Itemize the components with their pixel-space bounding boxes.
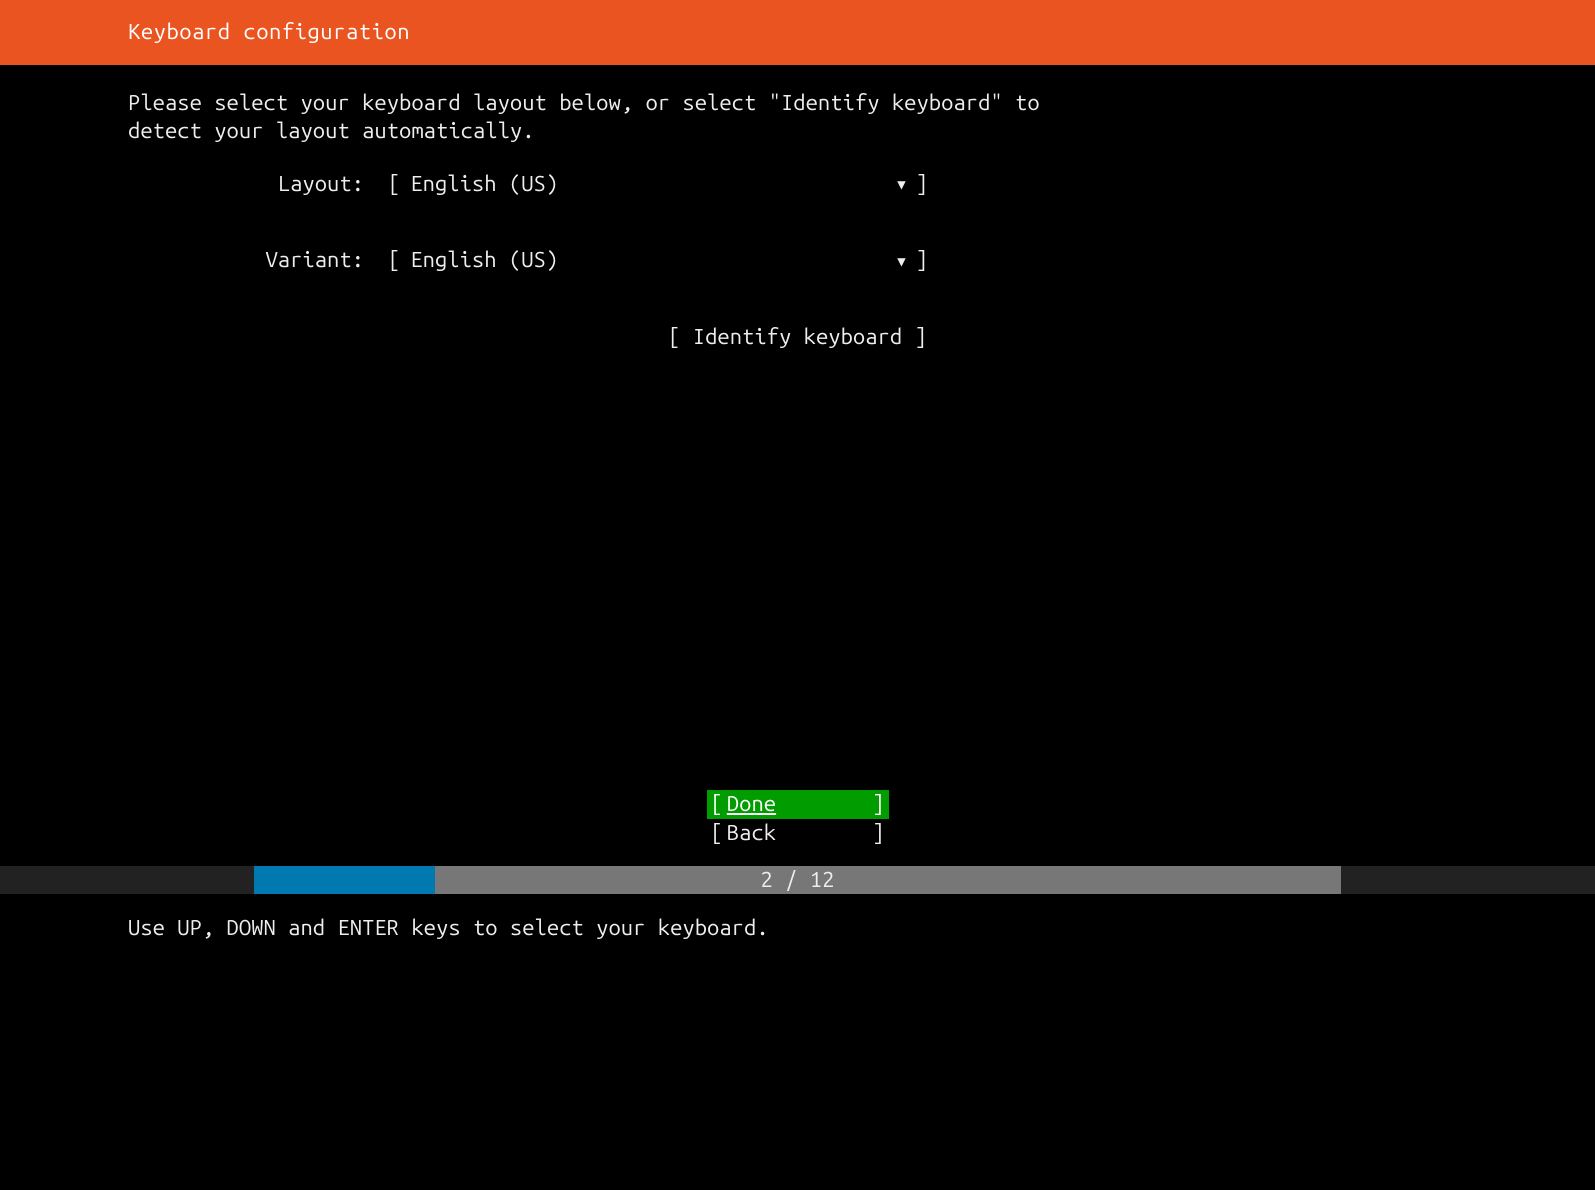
left-bracket: [ [388, 246, 400, 275]
left-bracket: [ [711, 790, 723, 819]
right-bracket: ] [916, 246, 928, 275]
variant-field-row: Variant: [ English (US) ▼ ] [128, 246, 1467, 275]
instruction-text: Please select your keyboard layout below… [128, 89, 1467, 146]
main-content: Please select your keyboard layout below… [0, 65, 1595, 352]
identify-row: [ Identify keyboard ] [128, 323, 1467, 352]
layout-select[interactable]: [ English (US) ▼ ] [388, 170, 928, 199]
back-button[interactable]: [ Back ] [707, 819, 889, 848]
progress-track: 2 / 12 [254, 866, 1341, 894]
installer-header: Keyboard configuration [0, 0, 1595, 65]
left-bracket: [ [668, 324, 693, 349]
identify-keyboard-button[interactable]: [ Identify keyboard ] [668, 323, 927, 352]
left-bracket: [ [388, 170, 400, 199]
identify-label: Identify keyboard [693, 324, 902, 349]
chevron-down-icon: ▼ [897, 175, 915, 193]
back-label: Back [723, 819, 872, 848]
variant-value: English (US) [400, 246, 897, 275]
right-bracket: ] [916, 170, 928, 199]
progress-text: 2 / 12 [761, 866, 835, 895]
hint-text: Use UP, DOWN and ENTER keys to select yo… [128, 914, 769, 943]
layout-label: Layout: [128, 170, 388, 199]
done-button[interactable]: [ Done ] [707, 790, 889, 819]
page-title: Keyboard configuration [128, 19, 410, 44]
chevron-down-icon: ▼ [897, 252, 915, 270]
footer-buttons: [ Done ] [ Back ] [0, 790, 1595, 847]
left-bracket: [ [711, 819, 723, 848]
progress-fill [254, 866, 435, 894]
right-bracket: ] [902, 324, 927, 349]
progress-bar: 2 / 12 [0, 866, 1595, 894]
right-bracket: ] [872, 819, 884, 848]
layout-field-row: Layout: [ English (US) ▼ ] [128, 170, 1467, 199]
done-label: Done [723, 790, 872, 819]
variant-select[interactable]: [ English (US) ▼ ] [388, 246, 928, 275]
layout-value: English (US) [400, 170, 897, 199]
variant-label: Variant: [128, 246, 388, 275]
right-bracket: ] [872, 790, 884, 819]
